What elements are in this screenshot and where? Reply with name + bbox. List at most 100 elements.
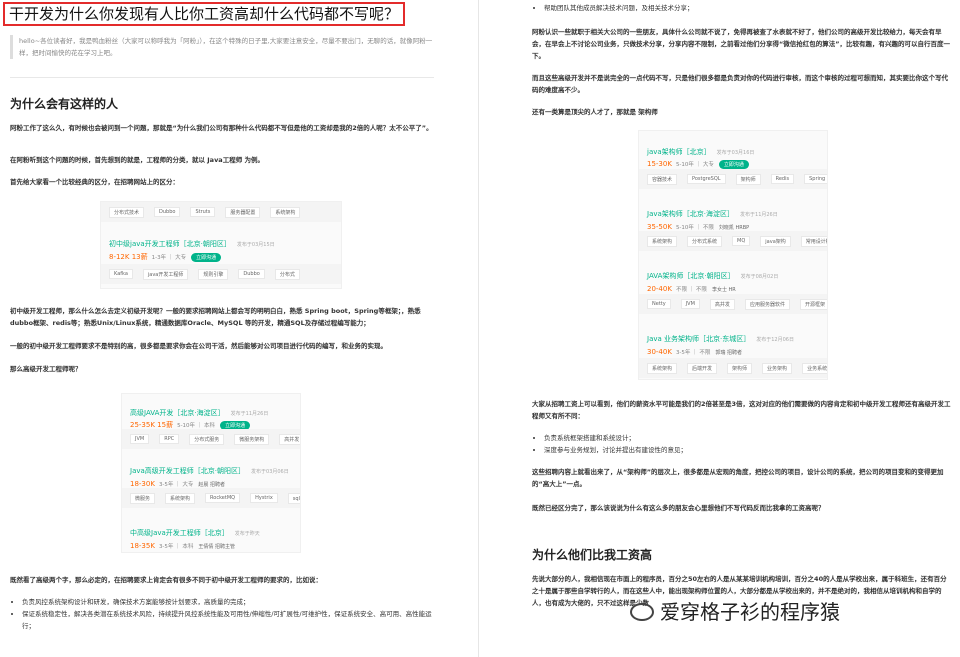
paragraph: 阿粉工作了这么久，有时候也会被问到一个问题，那就是“为什么我们公司有那种什么代码… bbox=[10, 124, 433, 132]
skill-tag: 系统架构 bbox=[270, 206, 301, 218]
tag-row: 分布式技术 Dubbo Struts 服务器配置 系统架构 bbox=[101, 202, 341, 222]
skill-tag: PostgreSQL bbox=[687, 174, 726, 184]
salary: 18-35K bbox=[130, 542, 155, 550]
tag-row: JVM RPC 分布式服务 微服务架构 高并发 bbox=[122, 429, 300, 449]
skill-tag: Redis bbox=[770, 174, 795, 184]
skill-tag: 架构师 bbox=[727, 362, 753, 374]
paragraph: 初中级开发工程师，那么什么怎么去定义初级开发呢？一般的要求招聘网站上都会写的明明… bbox=[10, 307, 421, 327]
salary: 25-35K 15薪 bbox=[130, 421, 174, 429]
skill-tag: java架构 bbox=[760, 235, 791, 247]
job-listing-card: 高级JAVA开发［北京·海淀区］ 发布于11月26日 25-35K 15薪 5-10… bbox=[121, 393, 301, 553]
watermark: 爱穿格子衫的程序猿 bbox=[660, 600, 840, 624]
job-requirements: 3-5年 ｜ 不限 bbox=[675, 350, 711, 356]
skill-tag: 业务架构 bbox=[762, 362, 793, 374]
recruiter: 郭瑞 招聘者 bbox=[715, 350, 743, 356]
skill-tag: 系统架构 bbox=[647, 235, 678, 247]
skill-tag: Dubbo bbox=[154, 207, 181, 217]
recruiter: 李女士 HR bbox=[711, 287, 736, 293]
requirements-list: 负责风控系统架构设计和研发，确保技术方案能够按计划要求，高质量的完成； 保证系统… bbox=[10, 596, 434, 632]
skill-tag: RPC bbox=[159, 434, 180, 444]
chat-now-button[interactable]: 立即沟通 bbox=[191, 253, 222, 262]
chat-now-button[interactable]: 立即沟通 bbox=[718, 160, 749, 169]
requirements-list: 负责系统框架搭建和系统设计； 深度参与业务规划，讨论并提出有建设性的意见； bbox=[532, 432, 952, 456]
job-requirements: 不限 ｜ 不限 bbox=[675, 287, 707, 293]
job-salary-row: 8-12K 13薪 1-3年 ｜ 大专 立即沟通 bbox=[109, 244, 222, 263]
skill-tag: 后端开发 bbox=[687, 362, 718, 374]
job-requirements: 1-3年 ｜ 大专 bbox=[151, 255, 187, 261]
skill-tag: 微服务 bbox=[130, 492, 156, 504]
list-item: 深度参与业务规划，讨论并提出有建设性的意见； bbox=[544, 444, 952, 456]
skill-tag: 分布式技术 bbox=[109, 206, 145, 218]
column-divider bbox=[478, 0, 479, 657]
tag-row: 系统架构分布式系统 MQ java架构常用设计模式 bbox=[639, 231, 827, 251]
skill-tag: 业务系统架构 bbox=[802, 362, 827, 374]
skill-tag: 架构师 bbox=[735, 173, 761, 185]
list-item: 保证系统稳定性，解决各类潜在系统技术风险，持续提升风控系统性能及可用性/伸缩性/… bbox=[22, 608, 434, 632]
publish-date: 发布于12月06日 bbox=[756, 337, 794, 343]
job-requirements: 5-10年 ｜ 大专 bbox=[675, 162, 714, 168]
tag-row: 微服务系统架构 RocketMQ Hystrix sql优化 bbox=[122, 488, 300, 508]
paragraph: 大家从招聘工资上可以看到，他们的薪资水平可能是我们的2倍甚至是3倍，这对对应的他… bbox=[532, 400, 951, 420]
skill-tag: java开发工程师 bbox=[142, 268, 189, 280]
divider-line bbox=[10, 77, 434, 78]
paragraph: 还有一类算是顶尖的人才了，那就是 架构师 bbox=[532, 108, 658, 116]
skill-tag: 应用服务器软件 bbox=[744, 298, 790, 310]
publish-date: 发布于昨天 bbox=[234, 531, 260, 537]
article-title: 干开发为什么你发现有人比你工资高却什么代码都不写呢？ bbox=[3, 2, 406, 26]
paragraph: 一般的初中级开发工程师要求不是特别的高，很多都是要求你会在公司干活，然后能够对公… bbox=[10, 342, 387, 350]
paragraph: 阿粉认识一些就职于相关大公司的一些朋友，具体什么公司就不说了，免得再被查了水表就… bbox=[532, 28, 951, 60]
skill-tag: Netty bbox=[647, 299, 671, 309]
publish-date: 发布于08月02日 bbox=[740, 274, 779, 280]
skill-tag: sql优化 bbox=[287, 492, 300, 504]
section-heading: 为什么他们比我工资高 bbox=[532, 548, 653, 562]
list-item: 帮助团队其他成员解决技术问题，及相关技术分享； bbox=[544, 2, 952, 14]
intro-quote: hello~各位读者好，我是鸭血粉丝（大家可以称呼我为「阿粉」），在这个特殊的日… bbox=[10, 35, 434, 59]
skill-tag: JVM bbox=[130, 434, 150, 444]
paragraph: 而且这些高级开发并不是说完全的一点代码不写，只是他们很多都是负责对你的代码进行审… bbox=[532, 74, 948, 94]
skill-tag: 开源框架 bbox=[799, 298, 827, 310]
salary: 20-40K bbox=[647, 285, 672, 293]
list-item: 负责系统框架搭建和系统设计； bbox=[544, 432, 952, 444]
skill-tag: 高并发 bbox=[709, 298, 735, 310]
skill-tag: JVM bbox=[680, 299, 700, 309]
list-item: 负责风控系统架构设计和研发，确保技术方案能够按计划要求，高质量的完成； bbox=[22, 596, 434, 608]
skill-tag: Struts bbox=[190, 207, 216, 217]
requirements-list: 帮助团队其他成员解决技术问题，及相关技术分享； bbox=[532, 2, 952, 14]
skill-tag: 分布式系统 bbox=[687, 235, 723, 247]
salary: 18-30K bbox=[130, 480, 155, 488]
skill-tag: Hystrix bbox=[250, 493, 278, 503]
salary: 15-30K bbox=[647, 160, 672, 168]
skill-tag: Spring bbox=[804, 174, 827, 184]
job-listing-card: java架构师［北京］ 发布于03月16日 15-30K 5-10年 ｜ 大专 立即沟… bbox=[638, 130, 828, 380]
skill-tag: 服务器配置 bbox=[225, 206, 261, 218]
skill-tag: 常用设计模式 bbox=[800, 235, 827, 247]
section-heading: 为什么会有这样的人 bbox=[10, 97, 119, 111]
skill-tag: MQ bbox=[732, 236, 751, 246]
skill-tag: 系统架构 bbox=[647, 362, 678, 374]
publish-date: 发布于03月15日 bbox=[236, 242, 275, 248]
salary: 8-12K 13薪 bbox=[109, 253, 148, 261]
skill-tag: 分布式 bbox=[274, 268, 300, 280]
salary: 30-40K bbox=[647, 348, 672, 356]
skill-tag: 高并发 bbox=[279, 433, 300, 445]
tag-row: 系统架构后端开发架构师业务架构业务系统架构 bbox=[639, 358, 827, 378]
job-listing-card: 分布式技术 Dubbo Struts 服务器配置 系统架构 初中级java开发工… bbox=[100, 201, 342, 289]
skill-tag: 规则引擎 bbox=[198, 268, 229, 280]
paragraph: 首先给大家看一个比较经典的区分，在招聘网站上的区分： bbox=[10, 178, 179, 186]
left-article-column: 干开发为什么你发现有人比你工资高却什么代码都不写呢？ hello~各位读者好，我… bbox=[0, 0, 470, 657]
salary: 35-50K bbox=[647, 223, 672, 231]
job-requirements: 3-5年 ｜ 本科 bbox=[158, 544, 194, 550]
tag-row: Netty JVM 高并发 应用服务器软件 开源框架 bbox=[639, 294, 827, 314]
recruiter: 王倩倩 招聘主管 bbox=[198, 544, 236, 550]
paragraph: 那么高级开发工程师呢？ bbox=[10, 365, 82, 373]
paragraph: 既然看了高级两个字，那么必定的，在招聘要求上肯定会有很多不同于初中级开发工程师的… bbox=[10, 576, 322, 584]
publish-date: 发布于03月06日 bbox=[251, 469, 289, 475]
skill-tag: Kafka bbox=[109, 269, 133, 279]
paragraph: 这些招聘内容上就看出来了，从“架构师”的层次上，很多都是从宏观的角度，把控公司的… bbox=[532, 468, 944, 488]
skill-tag: Dubbo bbox=[238, 269, 265, 279]
paragraph: 既然已经区分完了，那么该说说为什么有这么多的朋友会心里想他们不写代码反而比我拿的… bbox=[532, 504, 825, 512]
skill-tag: 容器技术 bbox=[647, 173, 678, 185]
skill-tag: 微服务架构 bbox=[234, 433, 270, 445]
skill-tag: RocketMQ bbox=[205, 493, 241, 503]
tag-row: 容器技术 PostgreSQL 架构师 Redis Spring bbox=[639, 169, 827, 189]
